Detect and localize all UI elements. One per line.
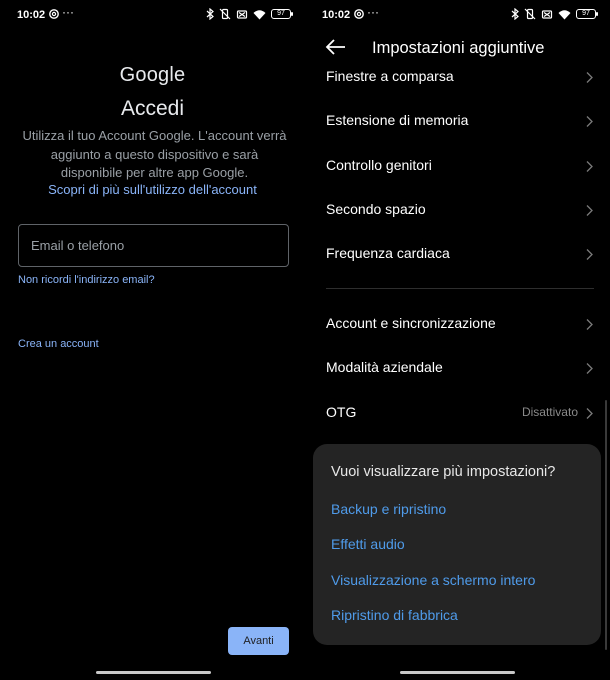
status-time: 10:02 — [322, 9, 351, 21]
next-button[interactable]: Avanti — [228, 627, 289, 655]
back-arrow-icon[interactable] — [325, 38, 347, 56]
settings-item-popup-windows[interactable]: Finestre a comparsa — [326, 68, 594, 90]
chevron-right-icon — [586, 116, 593, 127]
threads-icon — [49, 9, 59, 19]
popup-option-backup[interactable]: Backup e ripristino — [331, 501, 446, 517]
additional-settings-screen: 10:02 ··· 97 Impostazioni aggiuntive Fin… — [305, 0, 610, 680]
chevron-right-icon — [586, 319, 593, 330]
forgot-email-link[interactable]: Non ricordi l'indirizzo email? — [18, 274, 155, 286]
settings-item-label: Secondo spazio — [326, 201, 426, 217]
settings-item-value: Disattivato — [521, 405, 578, 419]
settings-item-label: Controllo genitori — [326, 157, 432, 173]
settings-item-second-space[interactable]: Secondo spazio — [326, 201, 594, 223]
bluetooth-icon — [511, 8, 519, 20]
create-account-link[interactable]: Crea un account — [18, 338, 99, 350]
google-signin-screen: 10:02 ··· 97 Google Accedi Utilizza il t… — [0, 0, 305, 680]
settings-item-parental-control[interactable]: Controllo genitori — [326, 157, 594, 179]
settings-item-label: Account e sincronizzazione — [326, 315, 496, 331]
settings-item-label: OTG — [326, 404, 357, 420]
email-field[interactable] — [18, 224, 289, 267]
battery-icon: 97 — [271, 9, 293, 19]
more-notifications-icon: ··· — [367, 5, 379, 19]
gesture-nav-bar[interactable] — [96, 671, 211, 674]
page-title: Impostazioni aggiuntive — [372, 39, 545, 57]
status-bar: 10:02 ··· 97 — [0, 0, 305, 30]
settings-item-heart-rate[interactable]: Frequenza cardiaca — [326, 245, 594, 267]
learn-more-link[interactable]: Scopri di più sull'utilizzo dell'account — [0, 182, 305, 197]
chevron-right-icon — [586, 408, 593, 419]
vibrate-off-icon — [219, 8, 231, 20]
gesture-nav-bar[interactable] — [400, 671, 515, 674]
chevron-right-icon — [586, 363, 593, 374]
settings-item-label: Frequenza cardiaca — [326, 245, 450, 261]
wifi-icon — [253, 9, 266, 19]
popup-option-factory-reset[interactable]: Ripristino di fabbrica — [331, 607, 458, 623]
more-settings-popup: Vuoi visualizzare più impostazioni? Back… — [313, 444, 601, 645]
settings-item-business-mode[interactable]: Modalità aziendale — [326, 359, 594, 381]
google-logo: Google — [119, 64, 186, 86]
wifi-icon — [558, 9, 571, 19]
status-bar: 10:02 ··· 97 — [305, 0, 610, 30]
chevron-right-icon — [586, 205, 593, 216]
chevron-right-icon — [586, 161, 593, 172]
mute-icon — [236, 10, 248, 19]
mute-icon — [541, 10, 553, 19]
settings-item-otg[interactable]: OTG Disattivato — [326, 404, 594, 426]
signin-description: Utilizza il tuo Account Google. L'accoun… — [22, 128, 287, 180]
battery-icon: 97 — [576, 9, 598, 19]
chevron-right-icon — [586, 249, 593, 260]
settings-item-account-sync[interactable]: Account e sincronizzazione — [326, 315, 594, 337]
popup-option-audio-effects[interactable]: Effetti audio — [331, 536, 405, 552]
vibrate-off-icon — [524, 8, 536, 20]
system-icons: 97 — [511, 8, 598, 20]
popup-option-fullscreen[interactable]: Visualizzazione a schermo intero — [331, 572, 535, 588]
status-time: 10:02 — [17, 9, 46, 21]
threads-icon — [354, 9, 364, 19]
settings-item-label: Modalità aziendale — [326, 359, 443, 375]
settings-item-label: Finestre a comparsa — [326, 68, 454, 84]
popup-question: Vuoi visualizzare più impostazioni? — [331, 464, 556, 480]
bluetooth-icon — [206, 8, 214, 20]
chevron-right-icon — [586, 72, 593, 83]
scrollbar[interactable] — [605, 400, 607, 650]
section-divider — [326, 288, 594, 289]
system-icons: 97 — [206, 8, 293, 20]
page-title: Accedi — [120, 97, 185, 120]
settings-item-label: Estensione di memoria — [326, 112, 469, 128]
settings-item-memory-extension[interactable]: Estensione di memoria — [326, 112, 594, 134]
more-notifications-icon: ··· — [62, 5, 74, 19]
